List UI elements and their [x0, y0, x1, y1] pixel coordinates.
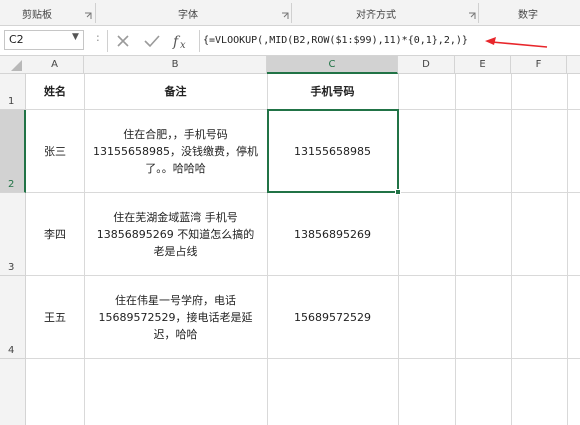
cell-c4[interactable]: 15689572529 [267, 276, 398, 358]
ribbon-group-number: 数字 [518, 10, 538, 21]
select-all-icon[interactable] [0, 56, 26, 74]
formula-bar-grip: : [96, 31, 100, 44]
ribbon-divider [478, 3, 479, 23]
column-header-c[interactable]: C [267, 56, 398, 74]
row-header-4[interactable]: 4 [0, 276, 26, 359]
cell-b3[interactable]: 住在芜湖金域蓝湾 手机号 13856895269 不知道怎么搞的 老是占线 [84, 193, 267, 275]
row-header-3[interactable]: 3 [0, 193, 26, 276]
column-header-b[interactable]: B [84, 56, 267, 74]
ribbon-group-font: 字体 [178, 10, 198, 21]
cell-c3[interactable]: 13856895269 [267, 193, 398, 275]
row-header-1[interactable]: 1 [0, 74, 26, 110]
row-number: 2 [8, 179, 15, 190]
cancel-icon[interactable] [116, 34, 130, 48]
cell-c1[interactable]: 手机号码 [267, 74, 398, 109]
fill-handle[interactable] [395, 189, 401, 195]
cell-b1[interactable]: 备注 [84, 74, 267, 109]
formula-bar-divider [107, 30, 108, 52]
row-number: 1 [8, 96, 15, 107]
formula-bar: C2 ▼ : f x {=VLOOKUP(,MID(B2,ROW($1:$99)… [0, 26, 580, 56]
ribbon-group-clipboard: 剪贴板 [22, 10, 52, 21]
enter-check-icon[interactable] [144, 34, 160, 48]
ribbon-divider [291, 3, 292, 23]
cell-b4[interactable]: 住在伟星一号学府，电话 15689572529，接电话老是延 迟，哈哈 [84, 276, 267, 358]
dialog-launcher-icon[interactable] [84, 12, 92, 20]
active-cell-border [267, 109, 399, 193]
grid-line [567, 74, 568, 425]
row-header-2[interactable]: 2 [0, 110, 26, 193]
annotation-arrow-icon [485, 37, 548, 48]
column-header-e[interactable]: E [455, 56, 511, 74]
cell-a1[interactable]: 姓名 [26, 74, 84, 109]
ribbon-divider [95, 3, 96, 23]
dialog-launcher-icon[interactable] [468, 12, 476, 20]
cell-b2[interactable]: 住在合肥，，手机号码 13155658985，没钱缴费，停机 了。。哈哈哈 [84, 110, 267, 192]
insert-function-icon[interactable]: f x [172, 31, 190, 51]
ribbon-group-alignment: 对齐方式 [356, 10, 396, 21]
column-header-a[interactable]: A [26, 56, 84, 74]
cell-a2[interactable]: 张三 [26, 110, 84, 192]
cell-a4[interactable]: 王五 [26, 276, 84, 358]
row-number: 3 [8, 262, 15, 273]
row-header-5[interactable] [0, 359, 26, 425]
ribbon-group-bar: 剪贴板 字体 对齐方式 数字 [0, 0, 580, 26]
svg-text:x: x [180, 40, 186, 51]
grid-line [511, 74, 512, 425]
grid-line [455, 74, 456, 425]
column-header-f[interactable]: F [511, 56, 567, 74]
column-header-row: A B C D E F [0, 56, 580, 74]
cell-a3[interactable]: 李四 [26, 193, 84, 275]
column-header-d[interactable]: D [398, 56, 455, 74]
dialog-launcher-icon[interactable] [281, 12, 289, 20]
chevron-down-icon[interactable]: ▼ [72, 32, 79, 42]
row-number: 4 [8, 345, 15, 356]
grid-line [26, 358, 580, 359]
